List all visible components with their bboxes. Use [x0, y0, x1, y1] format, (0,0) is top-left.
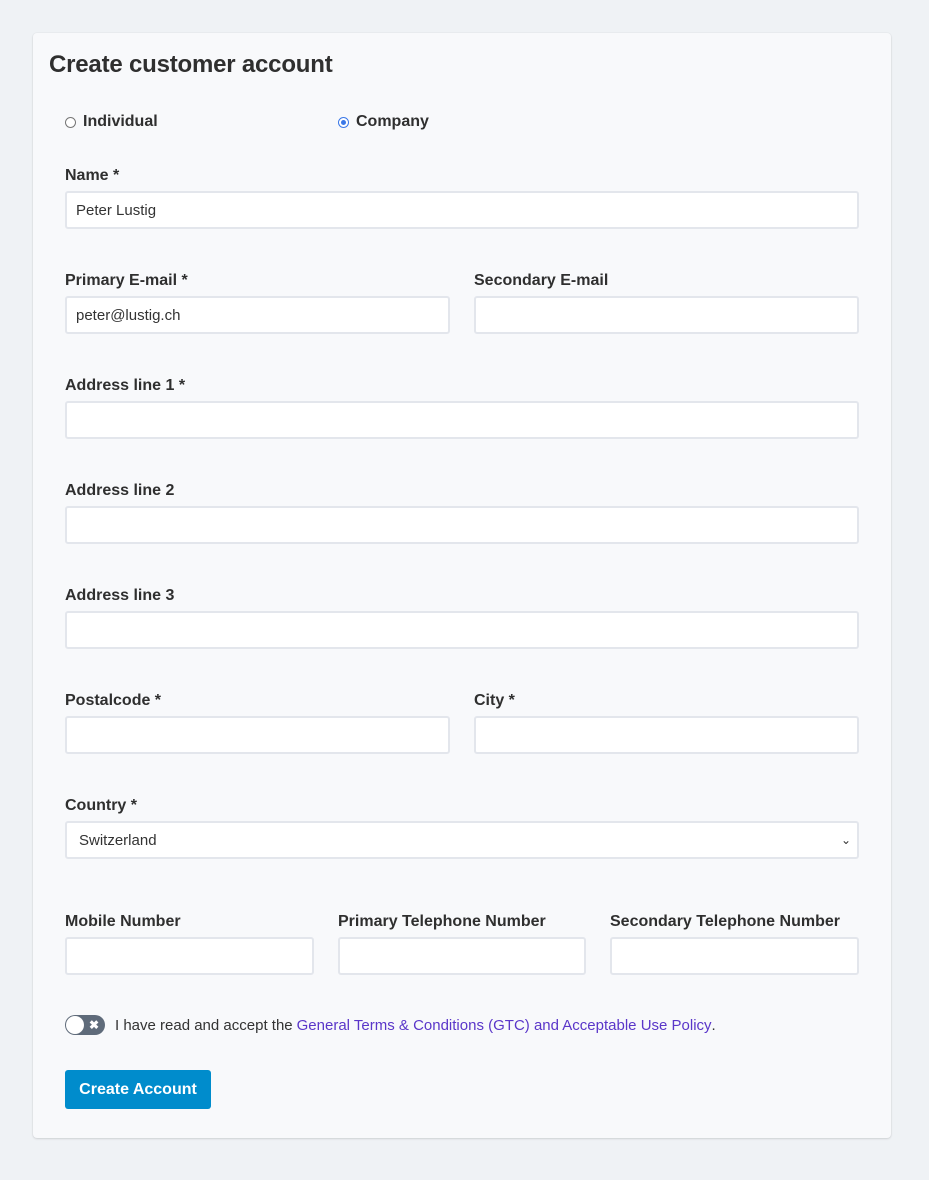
- address-line1-field-group: Address line 1 *: [65, 376, 859, 441]
- name-input[interactable]: [65, 191, 859, 229]
- secondary-email-input[interactable]: [474, 296, 859, 334]
- terms-link[interactable]: General Terms & Conditions (GTC) and Acc…: [297, 1017, 712, 1034]
- mobile-field-group: Mobile Number: [65, 912, 314, 977]
- address-line3-label: Address line 3: [65, 587, 175, 604]
- secondary-phone-input[interactable]: [610, 937, 859, 975]
- page-title: Create customer account: [49, 51, 333, 78]
- radio-company-label: Company: [356, 113, 429, 130]
- city-field-group: City *: [474, 691, 859, 756]
- radio-individual-label: Individual: [83, 113, 158, 130]
- postalcode-input[interactable]: [65, 716, 450, 754]
- city-input[interactable]: [474, 716, 859, 754]
- city-label: City *: [474, 692, 515, 709]
- create-account-button[interactable]: Create Account: [65, 1070, 211, 1109]
- primary-phone-field-group: Primary Telephone Number: [338, 912, 586, 977]
- account-type-radio-group: Individual Company: [65, 113, 865, 133]
- mobile-label: Mobile Number: [65, 913, 181, 930]
- address-line1-label: Address line 1 *: [65, 377, 186, 394]
- radio-company-circle[interactable]: [338, 116, 349, 128]
- country-select[interactable]: Switzerland ⌄: [65, 821, 859, 859]
- radio-individual-circle[interactable]: [65, 116, 76, 128]
- primary-phone-input[interactable]: [338, 937, 586, 975]
- secondary-phone-field-group: Secondary Telephone Number: [610, 912, 859, 977]
- primary-email-field-group: Primary E-mail *: [65, 271, 450, 336]
- primary-email-input[interactable]: [65, 296, 450, 334]
- address-line2-label: Address line 2: [65, 482, 175, 499]
- toggle-knob: [66, 1016, 84, 1034]
- terms-text: I have read and accept the: [115, 1016, 293, 1034]
- address-line2-input[interactable]: [65, 506, 859, 544]
- name-label: Name *: [65, 167, 120, 184]
- postalcode-field-group: Postalcode *: [65, 691, 450, 756]
- terms-toggle[interactable]: ✖: [65, 1015, 105, 1035]
- address-line1-input[interactable]: [65, 401, 859, 439]
- radio-company[interactable]: Company: [338, 113, 429, 131]
- primary-phone-label: Primary Telephone Number: [338, 913, 546, 930]
- close-icon: ✖: [88, 1018, 99, 1032]
- postalcode-label: Postalcode *: [65, 692, 162, 709]
- country-field-group: Country * Switzerland ⌄: [65, 796, 859, 861]
- secondary-phone-label: Secondary Telephone Number: [610, 913, 840, 930]
- address-line2-field-group: Address line 2: [65, 481, 859, 546]
- address-line3-input[interactable]: [65, 611, 859, 649]
- terms-row: ✖ I have read and accept the General Ter…: [65, 1015, 716, 1035]
- address-line3-field-group: Address line 3: [65, 586, 859, 651]
- terms-suffix: .: [711, 1016, 716, 1034]
- create-account-card: Create customer account Individual Compa…: [33, 33, 891, 1138]
- name-field-group: Name *: [65, 166, 859, 231]
- radio-individual[interactable]: Individual: [65, 113, 158, 131]
- country-selected-value: Switzerland: [79, 831, 157, 849]
- primary-email-label: Primary E-mail *: [65, 272, 188, 289]
- mobile-input[interactable]: [65, 937, 314, 975]
- secondary-email-label: Secondary E-mail: [474, 272, 609, 289]
- country-label: Country *: [65, 797, 137, 814]
- chevron-down-icon: ⌄: [840, 833, 851, 847]
- secondary-email-field-group: Secondary E-mail: [474, 271, 859, 336]
